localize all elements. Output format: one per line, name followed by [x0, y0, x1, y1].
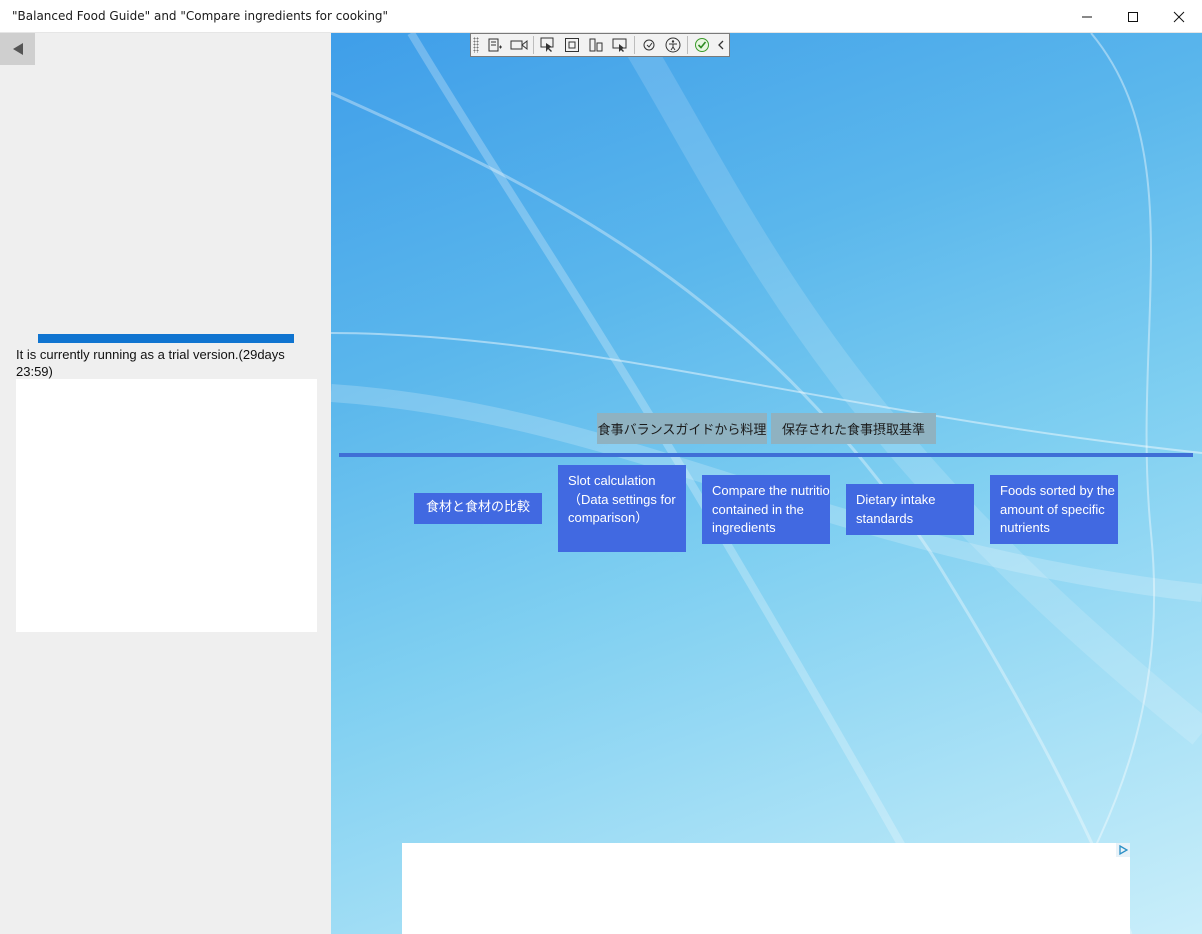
trial-progress-bar: [38, 334, 294, 343]
title-bar: "Balanced Food Guide" and "Compare ingre…: [0, 0, 1202, 33]
hot-reload-button[interactable]: [637, 35, 661, 55]
compare-ingredients-button[interactable]: 食材と食材の比較: [414, 493, 542, 524]
track-focus-button[interactable]: [584, 35, 608, 55]
binding-check-button[interactable]: [690, 35, 714, 55]
trial-status-text: It is currently running as a trial versi…: [16, 347, 285, 379]
close-icon: [1173, 11, 1185, 22]
preview-selection-button[interactable]: [608, 35, 632, 55]
side-ad-panel: [16, 379, 317, 632]
display-layout-adorners-icon: [565, 38, 579, 52]
record-icon: [510, 39, 528, 51]
close-button[interactable]: [1156, 0, 1202, 33]
record-button[interactable]: [507, 35, 531, 55]
ad-choices-icon: [1119, 845, 1128, 855]
hot-reload-icon: [643, 39, 655, 51]
binding-check-icon: [695, 38, 709, 52]
live-visual-tree-button[interactable]: [483, 35, 507, 55]
minimize-button[interactable]: [1064, 0, 1110, 33]
live-visual-tree-icon: [488, 38, 502, 52]
maximize-icon: [1128, 11, 1138, 22]
main-panel: 食事バランスガイドから料理 保存された食事摂取基準 食材と食材の比較 Slot …: [331, 33, 1202, 934]
foods-sorted-label: Foods sorted by the amount of specific n…: [1000, 483, 1115, 535]
foods-sorted-by-nutrient-button[interactable]: Foods sorted by the amount of specific n…: [990, 475, 1118, 544]
select-element-button[interactable]: [536, 35, 560, 55]
ad-choices-button[interactable]: [1116, 843, 1130, 857]
compare-nutrition-label: Compare the nutrition contained in the i…: [712, 483, 830, 535]
collapse-toolbar-button[interactable]: [714, 35, 728, 55]
slot-calculation-button[interactable]: Slot calculation（Data settings for compa…: [558, 465, 686, 552]
minimize-icon: [1082, 16, 1092, 17]
window-title: "Balanced Food Guide" and "Compare ingre…: [12, 9, 389, 23]
section-divider: [339, 453, 1193, 457]
toolbar-grip[interactable]: [473, 37, 479, 53]
ad-banner[interactable]: [402, 843, 1130, 934]
collapse-icon: [718, 40, 724, 50]
back-button[interactable]: [0, 33, 35, 65]
track-focus-icon: [589, 38, 603, 52]
accessibility-button[interactable]: [661, 35, 685, 55]
preview-selection-icon: [612, 38, 627, 52]
triangle-left-icon: [12, 43, 23, 55]
accessibility-icon: [665, 37, 681, 53]
compare-nutrition-button[interactable]: Compare the nutrition contained in the i…: [702, 475, 830, 544]
select-element-icon: [540, 37, 554, 52]
left-pane: It is currently running as a trial versi…: [0, 33, 331, 934]
maximize-button[interactable]: [1110, 0, 1156, 33]
meal-from-balance-guide-button[interactable]: 食事バランスガイドから料理: [597, 413, 767, 444]
saved-intake-standards-button[interactable]: 保存された食事摂取基準: [771, 413, 936, 444]
dietary-intake-standards-button[interactable]: Dietary intake standards: [846, 484, 974, 535]
display-layout-adorners-button[interactable]: [560, 35, 584, 55]
debug-toolbar: [470, 33, 730, 57]
